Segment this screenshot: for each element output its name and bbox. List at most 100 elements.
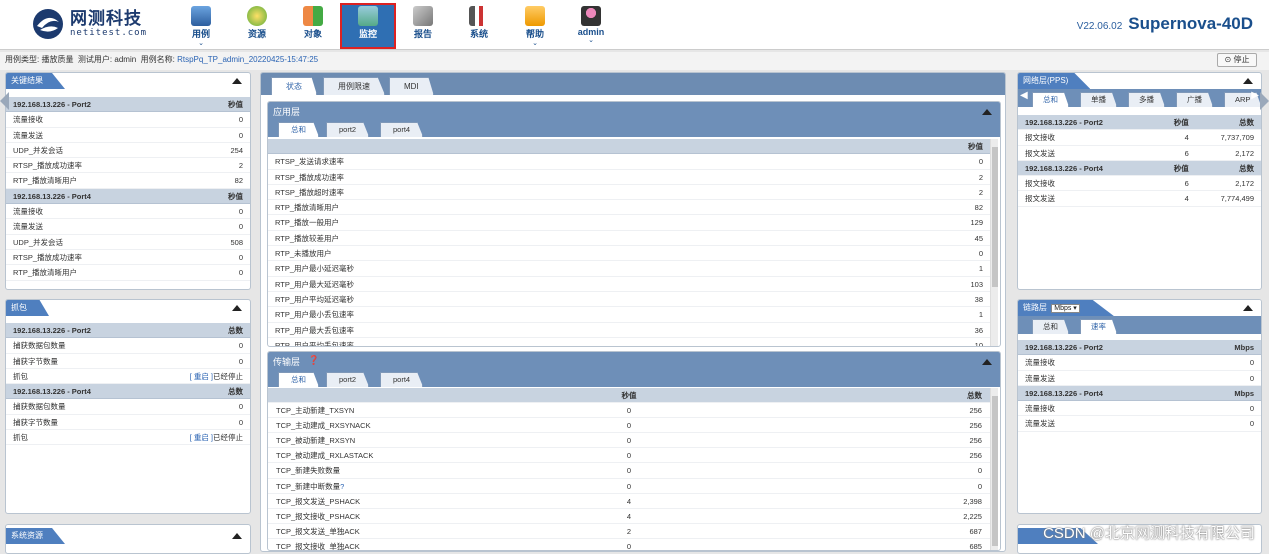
scrollbar-thumb[interactable] xyxy=(992,396,998,546)
nav-label: 帮助 xyxy=(508,27,562,40)
table-row: RTSP_播放成功速率2 xyxy=(6,158,250,173)
tab-rate-limit[interactable]: 用例限速 xyxy=(323,77,385,95)
tab-total[interactable]: 总和 xyxy=(1032,319,1069,334)
collapse-icon[interactable] xyxy=(1243,78,1253,84)
host-header-row: 192.168.13.226 - Port4Mbps xyxy=(1018,386,1261,401)
capture-status-row: 抓包[ 重启 ]已经停止 xyxy=(6,369,250,384)
panel-title: 链路层 xyxy=(1023,303,1047,312)
table-row: 捕获数据包数量0 xyxy=(6,338,250,353)
collapse-icon[interactable] xyxy=(232,78,242,84)
collapse-icon[interactable] xyxy=(232,533,242,539)
logo-text: 网测科技 xyxy=(70,10,147,28)
table-row: 报文接收47,737,709 xyxy=(1018,130,1261,145)
table-row: RTP_播放清晰用户0 xyxy=(6,265,250,280)
panel-title: 网络层(PPS) xyxy=(1018,73,1090,89)
capture-panel: 抓包 192.168.13.226 - Port2总数 捕获数据包数量0 捕获字… xyxy=(5,299,251,514)
sub-tabs: 总和 速率 xyxy=(1018,316,1261,334)
table-row: RTP_用户最大丢包速率36 xyxy=(268,323,990,338)
collapse-icon[interactable] xyxy=(1243,305,1253,311)
nav-item-admin[interactable]: admin ⌄ xyxy=(564,4,618,48)
chevron-left-icon[interactable]: ◀ xyxy=(1020,90,1028,101)
unit-select[interactable]: Mbps ▾ xyxy=(1051,304,1080,313)
nav-item-system[interactable]: 系统 xyxy=(452,4,506,48)
logo-domain: netitest.com xyxy=(70,28,147,38)
table-row: RTP_用户最小延迟毫秒1 xyxy=(268,261,990,276)
collapse-icon[interactable] xyxy=(982,359,992,365)
restart-link[interactable]: [ 重启 ] xyxy=(190,433,213,442)
table-row: 流量发送0 xyxy=(6,219,250,234)
case-name-link[interactable]: RtspPq_TP_admin_20220425-15:47:25 xyxy=(177,55,318,64)
table-row: RTP_播放较差用户45 xyxy=(268,231,990,246)
disk-icon xyxy=(247,6,267,26)
top-bar: 网测科技 netitest.com 用例 ⌄ 资源 对象 监控 报告 系统 帮助… xyxy=(0,0,1269,50)
host-header-row: 192.168.13.226 - Port2总数 xyxy=(6,323,250,338)
table-row: 报文发送62,172 xyxy=(1018,146,1261,161)
nav-label: 监控 xyxy=(341,27,395,40)
table-row: TCP_报文接收_PSHACK42,225 xyxy=(268,509,990,524)
status-panel: 状态 用例限速 MDI 应用层 总和 port2 port4 秒值 RTSP_发… xyxy=(260,72,1006,552)
table-row: 报文发送47,774,499 xyxy=(1018,191,1261,206)
nav-item-cases[interactable]: 用例 ⌄ xyxy=(174,4,228,48)
tab-broadcast[interactable]: 广播 xyxy=(1176,92,1213,107)
tab-status[interactable]: 状态 xyxy=(271,77,317,95)
table-header: 秒值总数 xyxy=(268,388,990,403)
tab-port4[interactable]: port4 xyxy=(380,372,423,387)
nav-item-objects[interactable]: 对象 xyxy=(286,4,340,48)
panel-title-wrap: 链路层 Mbps ▾ xyxy=(1018,300,1114,316)
network-layer-panel: 网络层(PPS) ◀ 总和 单播 多播 广播 ARP ▶ 192.168.13.… xyxy=(1017,72,1262,290)
table-row: RTP_用户平均延迟毫秒38 xyxy=(268,292,990,307)
link-layer-panel: 链路层 Mbps ▾ 总和 速率 192.168.13.226 - Port2M… xyxy=(1017,299,1262,514)
scrollbar-thumb[interactable] xyxy=(992,147,998,287)
case-info-bar: 用例类型: 播放质量 测试用户: admin 用例名称: RtspPq_TP_a… xyxy=(0,52,1269,70)
tab-port2[interactable]: port2 xyxy=(326,372,369,387)
tab-multicast[interactable]: 多播 xyxy=(1128,92,1165,107)
restart-link[interactable]: [ 重启 ] xyxy=(190,372,213,381)
host-header-row: 192.168.13.226 - Port2秒值 xyxy=(6,97,250,112)
table-row: TCP_报文发送_单独ACK2687 xyxy=(268,524,990,539)
tab-port2[interactable]: port2 xyxy=(326,122,369,137)
help-icon xyxy=(525,6,545,26)
table-row: TCP_主动建成_RXSYNACK0256 xyxy=(268,418,990,433)
nav-item-monitor[interactable]: 监控 xyxy=(341,4,395,48)
nav-item-reports[interactable]: 报告 xyxy=(396,4,450,48)
table-header: 秒值 xyxy=(268,139,990,154)
help-icon[interactable]: ❓ xyxy=(308,355,319,366)
panel-header: 网络层(PPS) xyxy=(1018,73,1261,89)
collapse-icon[interactable] xyxy=(982,109,992,115)
sub-tabs: 总和 port2 port4 xyxy=(268,119,1000,137)
stop-button[interactable]: ⊙ 停止 xyxy=(1217,53,1257,67)
table-row: 流量发送0 xyxy=(1018,416,1261,431)
table-row: TCP_被动新建_RXSYN0256 xyxy=(268,433,990,448)
tab-total[interactable]: 总和 xyxy=(1032,92,1069,107)
nav-item-help[interactable]: 帮助 ⌄ xyxy=(508,4,562,48)
scroll-right-arrow-icon[interactable] xyxy=(1260,92,1269,110)
nav-item-resources[interactable]: 资源 xyxy=(230,4,284,48)
chevron-right-icon[interactable]: ▶ xyxy=(1251,90,1259,101)
tab-total[interactable]: 总和 xyxy=(278,122,319,137)
tab-port4[interactable]: port4 xyxy=(380,122,423,137)
sub-tabs: 总和 port2 port4 xyxy=(268,369,1000,387)
panel-header: 关键结果 xyxy=(6,73,250,89)
chevron-down-icon: ⌄ xyxy=(174,40,228,47)
version-info: V22.06.02 Supernova-40D xyxy=(1077,14,1253,34)
panel-title: 应用层 xyxy=(273,105,300,118)
monitor-icon xyxy=(191,6,211,26)
table-row: RTSP_播放成功速率0 xyxy=(6,250,250,265)
help-icon[interactable]: ? xyxy=(340,482,344,491)
nav-label: 用例 xyxy=(174,27,228,40)
scrollbar[interactable] xyxy=(990,139,998,347)
table-row: UDP_并发会话254 xyxy=(6,143,250,158)
test-user-label: 测试用户: xyxy=(78,55,112,64)
tab-unicast[interactable]: 单播 xyxy=(1080,92,1117,107)
scrollbar[interactable] xyxy=(990,388,998,551)
tab-rate[interactable]: 速率 xyxy=(1080,319,1117,334)
tools-icon xyxy=(469,6,489,26)
version-number: V22.06.02 xyxy=(1077,21,1123,32)
collapse-icon[interactable] xyxy=(232,305,242,311)
table-row: 捕获字节数量0 xyxy=(6,415,250,430)
tab-mdi[interactable]: MDI xyxy=(389,77,434,95)
tab-total[interactable]: 总和 xyxy=(278,372,319,387)
table-row: TCP_被动建成_RXLASTACK0256 xyxy=(268,448,990,463)
nav-label: 对象 xyxy=(286,27,340,40)
panel-header: 链路层 Mbps ▾ xyxy=(1018,300,1261,316)
